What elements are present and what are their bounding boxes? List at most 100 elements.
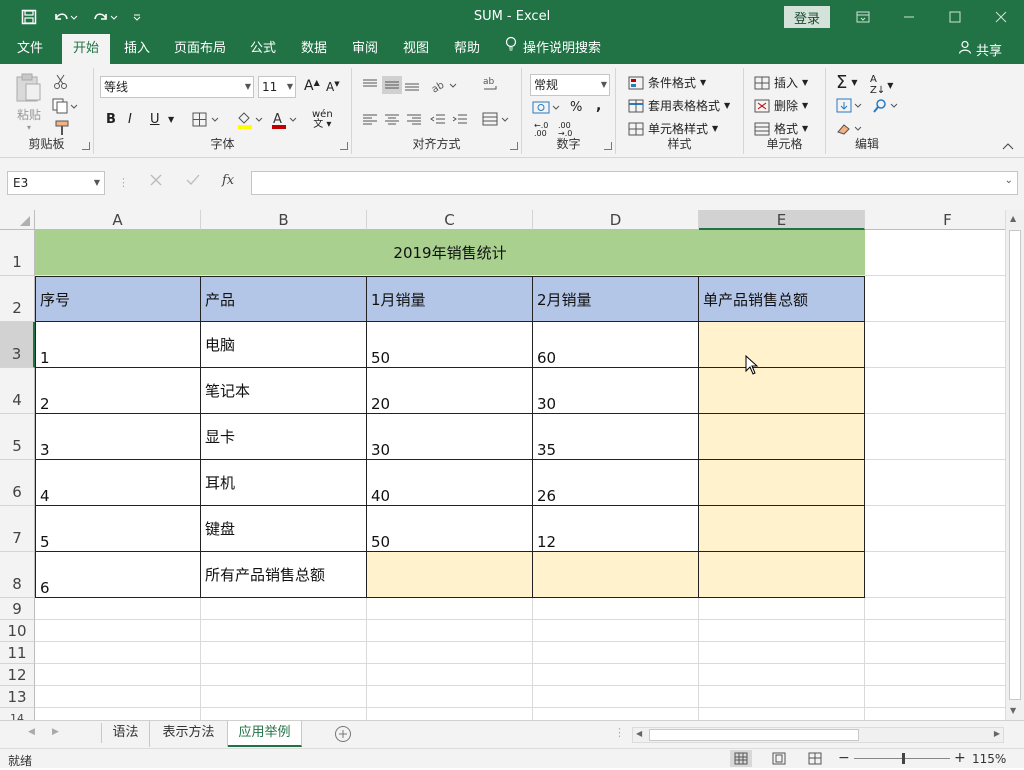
align-middle-icon[interactable] (382, 76, 402, 94)
column-header-f[interactable]: F (865, 210, 1024, 230)
number-format-combo[interactable]: 常规 ▼ (530, 74, 610, 96)
bold-button[interactable]: B (106, 112, 116, 127)
tab-page-layout[interactable]: 页面布局 (168, 34, 232, 64)
expand-formula-bar-icon[interactable]: ⌄ (1005, 175, 1013, 186)
horizontal-scroll-thumb[interactable] (649, 729, 859, 741)
tab-split-handle-icon[interactable]: ⋮ (614, 726, 625, 739)
row-header-9[interactable]: 9 (0, 598, 35, 620)
table-cell-c6[interactable]: 40 (366, 459, 533, 506)
font-launcher[interactable] (340, 142, 348, 150)
sort-filter-icon[interactable]: A Z↓ ▼ (870, 74, 893, 96)
zoom-in-button[interactable]: + (954, 750, 966, 767)
table-cell-a6[interactable]: 4 (35, 459, 201, 506)
row-header-10[interactable]: 10 (0, 620, 35, 642)
header-cell-c[interactable]: 1月销量 (366, 276, 533, 322)
customize-toolbar-icon[interactable] (130, 7, 144, 27)
italic-button[interactable]: I (128, 112, 132, 127)
font-size-combo[interactable]: 11 ▼ (258, 76, 296, 98)
next-sheet-icon[interactable]: ▶ (52, 727, 59, 737)
merge-center-icon[interactable] (482, 112, 512, 128)
table-cell-e8[interactable] (698, 551, 865, 598)
tab-help[interactable]: 帮助 (446, 34, 488, 64)
paste-button[interactable]: 粘贴 ▾ (14, 72, 44, 132)
close-icon[interactable] (978, 0, 1024, 34)
increase-indent-icon[interactable] (452, 114, 468, 126)
share-button[interactable]: 共享 (958, 34, 1002, 64)
find-select-icon[interactable] (872, 98, 900, 114)
horizontal-scrollbar[interactable]: ◀ ▶ (632, 727, 1004, 743)
header-cell-d[interactable]: 2月销量 (532, 276, 699, 322)
sheet-tab-examples[interactable]: 应用举例 (228, 721, 302, 747)
row-header-11[interactable]: 11 (0, 642, 35, 664)
vertical-scrollbar[interactable]: ▲ ▼ (1005, 210, 1024, 720)
align-center-icon[interactable] (384, 114, 400, 126)
fill-color-icon[interactable] (236, 110, 266, 130)
table-cell-b4[interactable]: 笔记本 (200, 367, 367, 414)
normal-view-icon[interactable] (730, 750, 752, 767)
align-left-icon[interactable] (362, 114, 378, 126)
name-box[interactable]: E3 ▼ (7, 171, 105, 195)
table-cell-e7[interactable] (698, 505, 865, 552)
redo-icon[interactable] (90, 7, 120, 27)
tab-data[interactable]: 数据 (293, 34, 335, 64)
tab-home[interactable]: 开始 (62, 34, 110, 64)
maximize-icon[interactable] (932, 0, 978, 34)
cancel-entry-icon[interactable] (150, 174, 162, 186)
table-cell-a5[interactable]: 3 (35, 413, 201, 460)
wrap-text-icon[interactable]: ab (482, 76, 500, 94)
alignment-launcher[interactable] (510, 142, 518, 150)
undo-icon[interactable] (50, 7, 80, 27)
table-cell-c3[interactable]: 50 (366, 321, 533, 368)
scroll-right-icon[interactable]: ▶ (994, 729, 1000, 738)
sheet-tab-syntax[interactable]: 语法 (102, 721, 150, 747)
table-cell-b3[interactable]: 电脑 (200, 321, 367, 368)
column-header-b[interactable]: B (201, 210, 367, 230)
table-cell-d8[interactable] (532, 551, 699, 598)
table-cell-a7[interactable]: 5 (35, 505, 201, 552)
table-cell-a4[interactable]: 2 (35, 367, 201, 414)
decrease-indent-icon[interactable] (430, 114, 446, 126)
scroll-left-icon[interactable]: ◀ (636, 729, 642, 738)
formula-input[interactable]: ⌄ (251, 171, 1018, 195)
autosum-icon[interactable]: Σ ▼ (836, 72, 858, 93)
align-top-icon[interactable] (362, 78, 378, 92)
row-header-13[interactable]: 13 (0, 686, 35, 708)
select-all-corner[interactable] (0, 210, 35, 230)
login-button[interactable]: 登录 (784, 6, 830, 28)
tell-me-search[interactable]: 操作说明搜索 (505, 34, 611, 64)
row-header-1[interactable]: 1 (0, 230, 35, 276)
scroll-up-icon[interactable]: ▲ (1010, 214, 1016, 223)
format-as-table-button[interactable]: 套用表格格式 ▼ (628, 97, 730, 114)
ribbon-display-options-icon[interactable] (840, 0, 886, 34)
minimize-icon[interactable] (886, 0, 932, 34)
fill-icon[interactable] (836, 98, 864, 114)
table-cell-e5[interactable] (698, 413, 865, 460)
row-header-7[interactable]: 7 (0, 506, 35, 552)
row-header-2[interactable]: 2 (0, 276, 35, 322)
row-header-12[interactable]: 12 (0, 664, 35, 686)
column-header-d[interactable]: D (533, 210, 699, 230)
table-cell-a8[interactable]: 6 (35, 551, 201, 598)
insert-cells-button[interactable]: 插入 ▼ (754, 74, 808, 91)
tab-formulas[interactable]: 公式 (242, 34, 284, 64)
table-cell-b6[interactable]: 耳机 (200, 459, 367, 506)
table-cell-c8[interactable] (366, 551, 533, 598)
header-cell-b[interactable]: 产品 (200, 276, 367, 322)
column-header-e[interactable]: E (699, 210, 865, 230)
font-color-icon[interactable]: A (270, 110, 300, 130)
table-cell-c4[interactable]: 20 (366, 367, 533, 414)
clipboard-launcher[interactable] (82, 142, 90, 150)
table-cell-c5[interactable]: 30 (366, 413, 533, 460)
table-cell-b8[interactable]: 所有产品销售总额 (200, 551, 367, 598)
sheet-tab-notation[interactable]: 表示方法 (150, 721, 228, 747)
row-header-3[interactable]: 3 (0, 322, 35, 368)
column-header-a[interactable]: A (35, 210, 201, 230)
confirm-entry-icon[interactable] (186, 174, 200, 186)
vertical-scroll-thumb[interactable] (1009, 230, 1021, 700)
zoom-level[interactable]: 115% (972, 752, 1006, 766)
conditional-formatting-button[interactable]: 条件格式 ▼ (628, 74, 706, 91)
row-header-5[interactable]: 5 (0, 414, 35, 460)
font-name-combo[interactable]: 等线 ▼ (100, 76, 254, 98)
comma-style-icon[interactable]: , (596, 98, 601, 114)
tab-file[interactable]: 文件 (8, 34, 52, 64)
